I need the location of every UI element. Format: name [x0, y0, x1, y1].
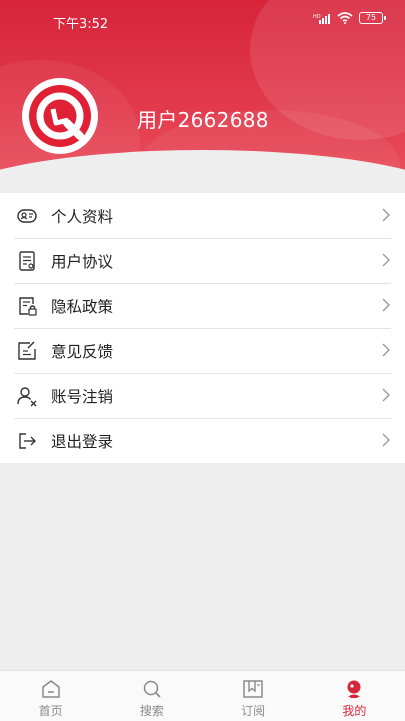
profile-header: 下午3:52 HD 75 用户2662688: [0, 0, 405, 195]
home-icon: [41, 680, 60, 698]
signal-icon: HD: [313, 13, 330, 24]
svg-text:HD: HD: [313, 14, 321, 20]
menu-label: 账号注销: [51, 388, 114, 406]
status-icons: HD 75: [313, 12, 386, 24]
nav-item-home[interactable]: 首页: [0, 671, 101, 721]
menu-item-logout[interactable]: 退出登录: [0, 418, 405, 463]
profile-icon: [347, 680, 361, 698]
chevron-right-icon: [382, 343, 390, 357]
chevron-right-icon: [382, 253, 390, 267]
nav-label: 我的: [342, 704, 367, 718]
menu-item-privacy-policy[interactable]: 隐私政策: [0, 283, 405, 328]
feedback-edit-icon: [18, 341, 36, 360]
user-remove-icon: [17, 387, 37, 407]
menu-item-feedback[interactable]: 意见反馈: [0, 328, 405, 373]
username[interactable]: 用户2662688: [137, 104, 269, 133]
chevron-right-icon: [382, 208, 390, 222]
status-bar: 下午3:52 HD 75: [0, 0, 405, 40]
nav-label: 订阅: [241, 704, 266, 718]
menu-label: 退出登录: [51, 433, 114, 451]
subscribe-icon: [243, 680, 263, 698]
document-icon: [19, 251, 35, 271]
id-card-icon: [17, 209, 37, 223]
status-time: 下午3:52: [53, 17, 109, 32]
menu-item-user-agreement[interactable]: 用户协议: [0, 238, 405, 283]
nav-item-mine[interactable]: 我的: [304, 671, 405, 721]
logout-icon: [19, 433, 36, 449]
chevron-right-icon: [382, 298, 390, 312]
nav-item-search[interactable]: 搜索: [101, 671, 202, 721]
menu-item-profile[interactable]: 个人资料: [0, 193, 405, 238]
menu-item-account-cancel[interactable]: 账号注销: [0, 373, 405, 418]
nav-item-subscribe[interactable]: 订阅: [203, 671, 304, 721]
nav-label: 搜索: [139, 704, 164, 718]
menu-label: 个人资料: [51, 208, 114, 226]
chevron-right-icon: [382, 388, 390, 402]
menu-label: 用户协议: [51, 253, 114, 271]
app-logo-icon: [29, 85, 91, 147]
bottom-nav: 首页 搜索 订阅 我的: [0, 670, 405, 721]
wifi-icon: [337, 12, 353, 24]
chevron-right-icon: [382, 433, 390, 447]
search-icon: [143, 680, 161, 698]
menu-label: 意见反馈: [51, 343, 114, 361]
avatar[interactable]: [22, 78, 98, 154]
settings-menu: 个人资料 用户协议 隐私政策 意见反馈 账号注销 退出登录: [0, 193, 405, 463]
battery-icon: 75: [359, 12, 386, 24]
menu-label: 隐私政策: [51, 298, 114, 316]
nav-label: 首页: [38, 704, 63, 718]
privacy-lock-icon: [19, 297, 37, 316]
